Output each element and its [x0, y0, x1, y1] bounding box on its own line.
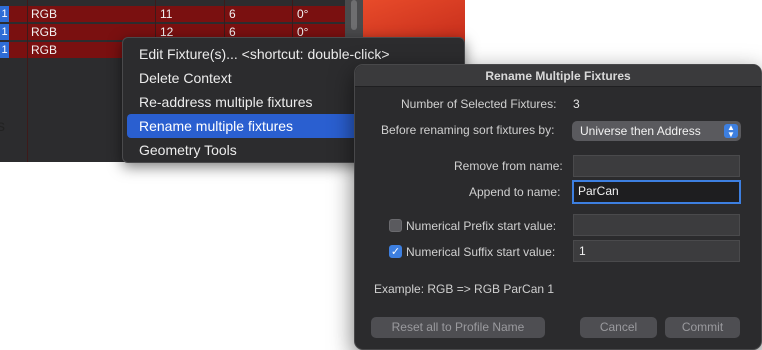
rename-fixtures-dialog: Rename Multiple Fixtures Number of Selec…: [354, 64, 762, 350]
checkmark-icon: ✓: [390, 246, 401, 258]
fixture-name-cell: RGB: [31, 25, 58, 39]
sort-by-label: Before renaming sort fixtures by:: [381, 123, 555, 137]
prefix-start-label: Numerical Prefix start value:: [406, 219, 557, 233]
suffix-start-label: Numerical Suffix start value:: [406, 245, 556, 259]
column-divider: [27, 0, 28, 162]
example-text: Example: RGB => RGB ParCan 1: [374, 282, 555, 296]
table-cell: 6: [229, 7, 236, 21]
suffix-checkbox[interactable]: ✓: [389, 245, 402, 258]
row-index: 1: [0, 42, 9, 58]
prefix-checkbox[interactable]: [389, 219, 402, 232]
selected-count-label: Number of Selected Fixtures:: [401, 97, 557, 111]
table-row[interactable]: 1 RGB 11 6 0°: [0, 6, 345, 22]
remove-from-name-label: Remove from name:: [454, 159, 563, 173]
dialog-title: Rename Multiple Fixtures: [355, 65, 761, 87]
commit-button[interactable]: Commit: [665, 317, 740, 338]
remove-from-name-field[interactable]: [573, 155, 740, 177]
fixture-name-cell: RGB: [31, 7, 58, 21]
row-index: 1: [0, 24, 9, 40]
append-to-name-field[interactable]: ParCan: [572, 180, 741, 204]
reset-profile-name-button[interactable]: Reset all to Profile Name: [371, 317, 545, 338]
sort-by-value: Universe then Address: [580, 124, 701, 138]
menu-item-edit-fixtures[interactable]: Edit Fixture(s)... <shortcut: double-cli…: [127, 42, 460, 66]
suffix-start-field[interactable]: 1: [573, 240, 740, 262]
clipped-label-fragment: s: [0, 118, 5, 135]
selected-count-value: 3: [573, 97, 580, 111]
sort-by-select[interactable]: Universe then Address ▲ ▼: [572, 121, 741, 141]
append-to-name-label: Append to name:: [469, 185, 561, 199]
scrollbar-thumb[interactable]: [351, 0, 357, 30]
prefix-start-field[interactable]: [573, 214, 740, 236]
fixture-name-cell: RGB: [31, 43, 58, 57]
chevron-updown-icon: ▲ ▼: [724, 124, 738, 139]
row-index: 1: [0, 6, 9, 22]
table-cell: 11: [160, 7, 173, 21]
cancel-button[interactable]: Cancel: [580, 317, 657, 338]
table-cell: 0°: [297, 7, 309, 21]
